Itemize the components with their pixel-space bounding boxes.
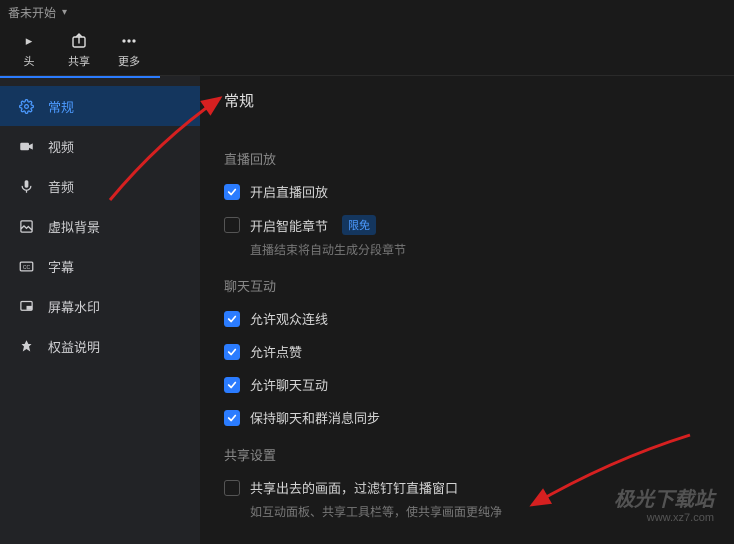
smart-chapters-hint: 直播结束将自动生成分段章节: [250, 241, 710, 258]
checkbox-checked[interactable]: [224, 311, 240, 327]
cc-icon: CC: [18, 259, 34, 274]
option-filter-window[interactable]: 共享出去的画面，过滤钉钉直播窗口: [224, 478, 710, 497]
watermark-icon: [18, 299, 34, 314]
free-badge: 限免: [342, 215, 376, 235]
sidebar-item-general[interactable]: 常规: [0, 86, 200, 126]
svg-text:CC: CC: [22, 265, 30, 271]
toolbar-share[interactable]: 共享: [54, 26, 104, 74]
sidebar-item-subtitle[interactable]: CC 字幕: [0, 246, 200, 286]
toolbar-camera[interactable]: ▸ 头: [4, 26, 54, 74]
more-icon: [120, 31, 138, 51]
background-icon: [18, 219, 34, 234]
chevron-down-icon[interactable]: ▾: [62, 7, 67, 18]
filter-window-hint: 如互动面板、共享工具栏等，使共享画面更纯净: [250, 503, 710, 520]
checkbox-checked[interactable]: [224, 184, 240, 200]
checkbox-checked[interactable]: [224, 344, 240, 360]
camera-icon: ▸: [26, 31, 33, 51]
mic-icon: [18, 179, 34, 194]
option-smart-chapters[interactable]: 开启智能章节 限免: [224, 215, 710, 235]
status-bar: 番未开始 ▾: [0, 0, 734, 24]
status-text: 番未开始: [8, 4, 56, 21]
active-tab-underline: [0, 76, 160, 78]
share-icon: [70, 31, 88, 51]
section-share-title: 共享设置: [224, 445, 710, 464]
sidebar-item-audio[interactable]: 音频: [0, 166, 200, 206]
option-enable-playback[interactable]: 开启直播回放: [224, 182, 710, 201]
checkbox-checked[interactable]: [224, 410, 240, 426]
page-title: 常规: [224, 76, 710, 131]
badge-icon: [18, 339, 34, 354]
checkbox-unchecked[interactable]: [224, 217, 240, 233]
checkbox-unchecked[interactable]: [224, 480, 240, 496]
option-allow-chat[interactable]: 允许聊天互动: [224, 375, 710, 394]
settings-sidebar: 常规 视频 音频 虚拟背景 CC 字幕: [0, 76, 200, 544]
settings-content: 常规 直播回放 开启直播回放 开启智能章节 限免 直播结束将自动生成分段章节 聊…: [200, 76, 734, 544]
option-allow-connect[interactable]: 允许观众连线: [224, 309, 710, 328]
option-allow-like[interactable]: 允许点赞: [224, 342, 710, 361]
option-sync-group[interactable]: 保持聊天和群消息同步: [224, 408, 710, 427]
toolbar: ▸ 头 共享 更多: [0, 24, 734, 76]
sidebar-item-watermark[interactable]: 屏幕水印: [0, 286, 200, 326]
section-playback-title: 直播回放: [224, 149, 710, 168]
gear-icon: [18, 99, 34, 114]
toolbar-more[interactable]: 更多: [104, 26, 154, 74]
sidebar-item-benefits[interactable]: 权益说明: [0, 326, 200, 366]
sidebar-item-background[interactable]: 虚拟背景: [0, 206, 200, 246]
sidebar-item-video[interactable]: 视频: [0, 126, 200, 166]
video-icon: [18, 139, 34, 154]
checkbox-checked[interactable]: [224, 377, 240, 393]
section-chat-title: 聊天互动: [224, 276, 710, 295]
